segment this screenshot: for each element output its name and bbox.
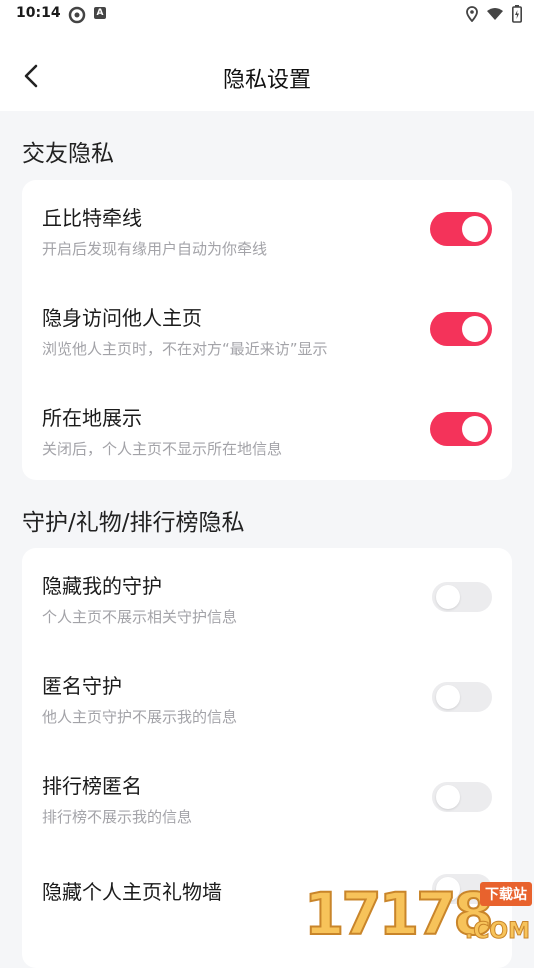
setting-title: 隐藏个人主页礼物墙 (42, 876, 222, 905)
setting-title: 隐身访问他人主页 (42, 302, 202, 331)
ranking-anonymous-toggle[interactable] (432, 782, 492, 812)
location-icon (466, 6, 478, 22)
setting-row: 隐身访问他人主页 浏览他人主页时，不在对方“最近来访”显示 (22, 280, 512, 380)
setting-title: 排行榜匿名 (42, 770, 142, 799)
setting-description: 关闭后，个人主页不显示所在地信息 (42, 438, 282, 459)
cupid-match-toggle[interactable] (430, 212, 492, 246)
setting-title: 匿名守护 (42, 670, 122, 699)
watermark-badge: 下载站 (480, 882, 532, 906)
toggle-knob (462, 416, 488, 442)
setting-row: 排行榜匿名 排行榜不展示我的信息 (22, 748, 512, 848)
status-bar: 10:14 A (0, 0, 534, 32)
setting-row: 隐藏我的守护 个人主页不展示相关守护信息 (22, 548, 512, 648)
toggle-knob (436, 585, 460, 609)
setting-title: 隐藏我的守护 (42, 570, 162, 599)
setting-description: 浏览他人主页时，不在对方“最近来访”显示 (42, 338, 328, 359)
invisible-visit-toggle[interactable] (430, 312, 492, 346)
battery-icon (512, 5, 522, 23)
wifi-icon (486, 7, 504, 21)
setting-description: 个人主页不展示相关守护信息 (42, 606, 237, 627)
setting-description: 开启后发现有缘用户自动为你牵线 (42, 238, 267, 259)
setting-description: 他人主页守护不展示我的信息 (42, 706, 237, 727)
setting-title: 丘比特牵线 (42, 202, 142, 231)
toggle-knob (462, 316, 488, 342)
sync-icon (68, 6, 86, 24)
section-title-guard-gift-ranking-privacy: 守护/礼物/排行榜隐私 (22, 503, 245, 537)
setting-row: 所在地展示 关闭后，个人主页不显示所在地信息 (22, 380, 512, 480)
setting-row: 匿名守护 他人主页守护不展示我的信息 (22, 648, 512, 748)
watermark-suffix: .COM (465, 919, 530, 944)
section-title-dating-privacy: 交友隐私 (22, 134, 114, 168)
status-time: 10:14 (16, 5, 61, 21)
watermark-digits: 17178 (304, 880, 491, 948)
page-title: 隐私设置 (0, 62, 534, 94)
header: 隐私设置 (0, 32, 534, 111)
location-display-toggle[interactable] (430, 412, 492, 446)
status-indicators (466, 5, 522, 23)
toggle-knob (436, 785, 460, 809)
site-watermark: 17178 下载站 .COM (304, 880, 534, 950)
setting-row: 丘比特牵线 开启后发现有缘用户自动为你牵线 (22, 180, 512, 280)
setting-title: 所在地展示 (42, 402, 142, 431)
notification-badge-icon: A (94, 7, 106, 19)
anonymous-guard-toggle[interactable] (432, 682, 492, 712)
hide-my-guard-toggle[interactable] (432, 582, 492, 612)
setting-description: 排行榜不展示我的信息 (42, 806, 192, 827)
toggle-knob (462, 216, 488, 242)
card-dating-privacy: 丘比特牵线 开启后发现有缘用户自动为你牵线 隐身访问他人主页 浏览他人主页时，不… (22, 180, 512, 480)
toggle-knob (436, 685, 460, 709)
